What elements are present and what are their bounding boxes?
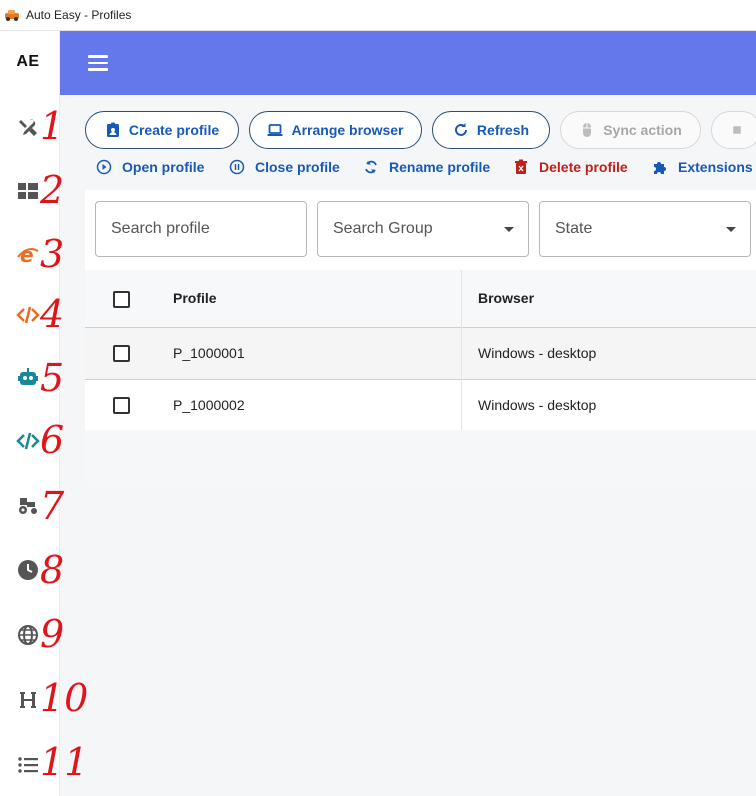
app-icon xyxy=(5,10,19,21)
menu-toggle-button[interactable] xyxy=(88,55,108,71)
open-profile-label: Open profile xyxy=(122,159,205,175)
puzzle-icon xyxy=(654,162,666,174)
table-row[interactable]: P_1000002 Windows - desktop xyxy=(85,380,756,432)
robot-icon xyxy=(18,368,38,385)
state-select[interactable]: State xyxy=(539,201,751,257)
table-row[interactable]: P_1000001 Windows - desktop xyxy=(85,328,756,380)
search-group-select[interactable]: Search Group xyxy=(317,201,529,257)
extensions-label: Extensions xyxy=(678,159,753,175)
heading-icon xyxy=(20,692,36,708)
hamburger-line xyxy=(88,68,108,71)
sidebar-item-tools[interactable] xyxy=(0,109,56,149)
open-profile-link[interactable]: Open profile xyxy=(96,159,204,175)
app-bar xyxy=(60,31,756,95)
sidebar-item-proxy[interactable] xyxy=(0,615,56,655)
sidebar-item-heading[interactable] xyxy=(0,680,56,720)
column-header-browser: Browser xyxy=(478,290,535,306)
sidebar-item-list[interactable] xyxy=(0,745,56,785)
search-profile-placeholder: Search profile xyxy=(111,220,210,237)
browser-cell: Windows - desktop xyxy=(478,345,597,361)
hamburger-line xyxy=(88,55,108,58)
create-profile-button[interactable]: Create profile xyxy=(85,111,239,149)
sidebar-item-dashboard[interactable] xyxy=(0,171,56,211)
sync-action-button[interactable]: Sync action xyxy=(560,111,701,149)
mouse-icon xyxy=(583,123,592,137)
refresh-label: Refresh xyxy=(476,122,530,138)
stop-button[interactable] xyxy=(711,111,756,149)
profile-name-cell: P_1000001 xyxy=(173,345,245,361)
tools-icon xyxy=(19,119,37,136)
browser-e-icon: e xyxy=(17,243,39,267)
row-checkbox[interactable] xyxy=(113,345,130,362)
create-profile-label: Create profile xyxy=(128,122,220,138)
search-profile-input[interactable]: Search profile xyxy=(95,201,307,257)
browser-cell: Windows - desktop xyxy=(478,397,597,413)
rename-profile-link[interactable]: Rename profile xyxy=(363,159,490,175)
sync-icon xyxy=(365,160,377,174)
app-logo: AE xyxy=(16,53,40,70)
search-group-placeholder: Search Group xyxy=(333,220,433,237)
refresh-button[interactable]: Refresh xyxy=(432,111,550,149)
profile-name-cell: P_1000002 xyxy=(173,397,245,413)
extensions-link[interactable]: Extensions xyxy=(652,159,753,175)
code-icon xyxy=(16,306,40,324)
code-teal-icon xyxy=(16,432,40,450)
pause-circle-icon xyxy=(229,159,245,175)
delete-profile-link[interactable]: Delete profile xyxy=(513,159,628,175)
close-profile-label: Close profile xyxy=(255,159,340,175)
sidebar-item-code-2[interactable] xyxy=(0,421,56,461)
list-icon xyxy=(18,757,38,773)
arrange-browser-button[interactable]: Arrange browser xyxy=(249,111,422,149)
chevron-down-icon xyxy=(504,227,514,232)
clock-icon xyxy=(18,560,38,580)
sidebar: AE 1 2 e 3 4 5 6 7 8 9 10 11 xyxy=(0,31,88,796)
sidebar-item-browser[interactable]: e xyxy=(0,235,56,275)
id-badge-icon xyxy=(106,122,119,137)
table-header: Profile Browser xyxy=(85,270,756,328)
chevron-down-icon xyxy=(726,227,736,232)
sidebar-item-tractor[interactable] xyxy=(0,485,56,525)
sidebar-item-code[interactable] xyxy=(0,295,56,335)
rename-profile-label: Rename profile xyxy=(389,159,491,175)
profiles-card: Search profile Search Group State Profil… xyxy=(85,190,756,486)
table-footer xyxy=(85,430,756,486)
sync-action-label: Sync action xyxy=(603,122,682,138)
select-all-checkbox[interactable] xyxy=(113,291,130,308)
column-header-profile: Profile xyxy=(173,290,217,306)
svg-text:e: e xyxy=(20,243,34,267)
stop-icon xyxy=(733,126,741,134)
play-circle-icon xyxy=(96,159,112,175)
sidebar-item-history[interactable] xyxy=(0,550,56,590)
arrange-browser-label: Arrange browser xyxy=(291,122,404,138)
close-profile-link[interactable]: Close profile xyxy=(229,159,340,175)
trash-icon xyxy=(515,159,527,174)
delete-profile-label: Delete profile xyxy=(539,159,628,175)
dashboard-icon xyxy=(18,183,38,199)
globe-icon xyxy=(18,625,38,645)
row-checkbox[interactable] xyxy=(113,397,130,414)
tractor-icon xyxy=(19,498,37,514)
state-placeholder: State xyxy=(555,220,593,237)
hamburger-line xyxy=(88,61,108,64)
sidebar-item-robot[interactable] xyxy=(0,357,56,397)
window-title: Auto Easy - Profiles xyxy=(26,8,132,22)
title-bar: Auto Easy - Profiles xyxy=(0,0,756,31)
refresh-icon xyxy=(454,123,467,136)
column-divider xyxy=(461,270,462,432)
laptop-icon xyxy=(267,124,283,136)
